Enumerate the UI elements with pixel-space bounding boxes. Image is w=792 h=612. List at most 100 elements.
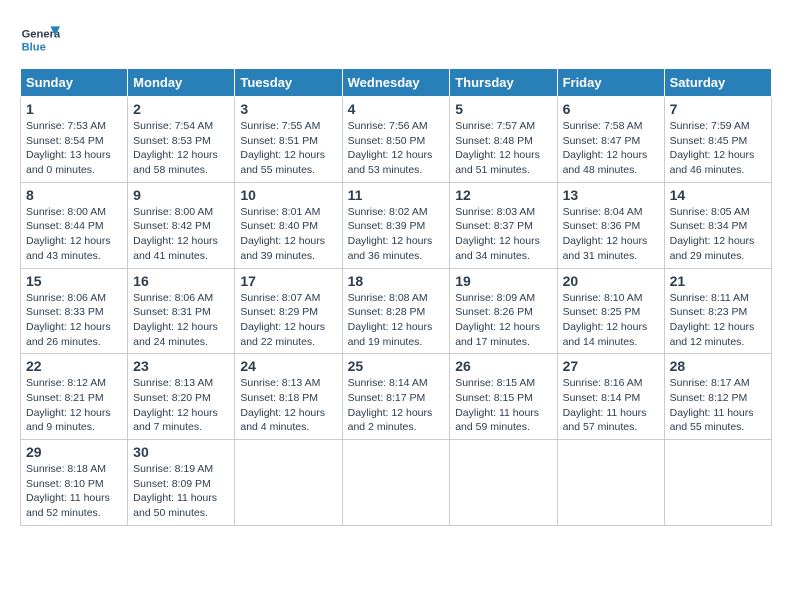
calendar-cell: 15 Sunrise: 8:06 AMSunset: 8:33 PMDayligh… — [21, 268, 128, 354]
day-number: 12 — [455, 187, 551, 203]
calendar-cell: 24 Sunrise: 8:13 AMSunset: 8:18 PMDayligh… — [235, 354, 342, 440]
calendar-cell: 22 Sunrise: 8:12 AMSunset: 8:21 PMDayligh… — [21, 354, 128, 440]
column-header-monday: Monday — [128, 69, 235, 97]
day-number: 7 — [670, 101, 766, 117]
day-number: 22 — [26, 358, 122, 374]
day-number: 4 — [348, 101, 445, 117]
calendar-cell: 9 Sunrise: 8:00 AMSunset: 8:42 PMDaylight… — [128, 182, 235, 268]
calendar-header-row: SundayMondayTuesdayWednesdayThursdayFrid… — [21, 69, 772, 97]
day-number: 14 — [670, 187, 766, 203]
day-number: 16 — [133, 273, 229, 289]
calendar-cell: 20 Sunrise: 8:10 AMSunset: 8:25 PMDayligh… — [557, 268, 664, 354]
calendar-cell: 14 Sunrise: 8:05 AMSunset: 8:34 PMDayligh… — [664, 182, 771, 268]
day-info: Sunrise: 8:04 AMSunset: 8:36 PMDaylight:… — [563, 205, 659, 264]
day-info: Sunrise: 8:17 AMSunset: 8:12 PMDaylight:… — [670, 376, 766, 435]
calendar-cell: 27 Sunrise: 8:16 AMSunset: 8:14 PMDayligh… — [557, 354, 664, 440]
calendar-week-3: 15 Sunrise: 8:06 AMSunset: 8:33 PMDayligh… — [21, 268, 772, 354]
day-info: Sunrise: 8:09 AMSunset: 8:26 PMDaylight:… — [455, 291, 551, 350]
day-info: Sunrise: 8:18 AMSunset: 8:10 PMDaylight:… — [26, 462, 122, 521]
column-header-tuesday: Tuesday — [235, 69, 342, 97]
day-info: Sunrise: 8:11 AMSunset: 8:23 PMDaylight:… — [670, 291, 766, 350]
calendar-cell: 11 Sunrise: 8:02 AMSunset: 8:39 PMDayligh… — [342, 182, 450, 268]
calendar-cell — [664, 440, 771, 526]
calendar-cell: 26 Sunrise: 8:15 AMSunset: 8:15 PMDayligh… — [450, 354, 557, 440]
calendar-cell: 6 Sunrise: 7:58 AMSunset: 8:47 PMDaylight… — [557, 97, 664, 183]
day-info: Sunrise: 8:10 AMSunset: 8:25 PMDaylight:… — [563, 291, 659, 350]
day-info: Sunrise: 8:06 AMSunset: 8:31 PMDaylight:… — [133, 291, 229, 350]
day-number: 13 — [563, 187, 659, 203]
day-info: Sunrise: 8:02 AMSunset: 8:39 PMDaylight:… — [348, 205, 445, 264]
day-number: 25 — [348, 358, 445, 374]
day-info: Sunrise: 8:13 AMSunset: 8:18 PMDaylight:… — [240, 376, 336, 435]
column-header-friday: Friday — [557, 69, 664, 97]
calendar-cell: 28Sunrise: 8:17 AMSunset: 8:12 PMDayligh… — [664, 354, 771, 440]
calendar-cell: 5 Sunrise: 7:57 AMSunset: 8:48 PMDaylight… — [450, 97, 557, 183]
calendar-cell: 8 Sunrise: 8:00 AMSunset: 8:44 PMDaylight… — [21, 182, 128, 268]
page-header: General Blue — [20, 20, 772, 60]
logo: General Blue — [20, 20, 64, 60]
day-number: 15 — [26, 273, 122, 289]
day-number: 9 — [133, 187, 229, 203]
day-info: Sunrise: 8:16 AMSunset: 8:14 PMDaylight:… — [563, 376, 659, 435]
calendar-week-5: 29 Sunrise: 8:18 AMSunset: 8:10 PMDayligh… — [21, 440, 772, 526]
calendar-week-4: 22 Sunrise: 8:12 AMSunset: 8:21 PMDayligh… — [21, 354, 772, 440]
calendar-cell — [557, 440, 664, 526]
day-number: 1 — [26, 101, 122, 117]
day-number: 19 — [455, 273, 551, 289]
day-info: Sunrise: 8:05 AMSunset: 8:34 PMDaylight:… — [670, 205, 766, 264]
calendar-cell — [342, 440, 450, 526]
calendar-cell: 4 Sunrise: 7:56 AMSunset: 8:50 PMDaylight… — [342, 97, 450, 183]
calendar-cell: 1 Sunrise: 7:53 AMSunset: 8:54 PMDaylight… — [21, 97, 128, 183]
day-number: 18 — [348, 273, 445, 289]
calendar-cell: 19 Sunrise: 8:09 AMSunset: 8:26 PMDayligh… — [450, 268, 557, 354]
calendar-cell: 7 Sunrise: 7:59 AMSunset: 8:45 PMDaylight… — [664, 97, 771, 183]
day-number: 26 — [455, 358, 551, 374]
day-info: Sunrise: 7:54 AMSunset: 8:53 PMDaylight:… — [133, 119, 229, 178]
day-number: 11 — [348, 187, 445, 203]
day-number: 20 — [563, 273, 659, 289]
day-info: Sunrise: 8:00 AMSunset: 8:44 PMDaylight:… — [26, 205, 122, 264]
column-header-saturday: Saturday — [664, 69, 771, 97]
day-number: 24 — [240, 358, 336, 374]
day-info: Sunrise: 7:56 AMSunset: 8:50 PMDaylight:… — [348, 119, 445, 178]
day-info: Sunrise: 8:00 AMSunset: 8:42 PMDaylight:… — [133, 205, 229, 264]
day-info: Sunrise: 7:55 AMSunset: 8:51 PMDaylight:… — [240, 119, 336, 178]
day-info: Sunrise: 7:58 AMSunset: 8:47 PMDaylight:… — [563, 119, 659, 178]
day-number: 17 — [240, 273, 336, 289]
calendar-cell: 30Sunrise: 8:19 AMSunset: 8:09 PMDayligh… — [128, 440, 235, 526]
day-info: Sunrise: 8:03 AMSunset: 8:37 PMDaylight:… — [455, 205, 551, 264]
day-number: 30 — [133, 444, 229, 460]
day-info: Sunrise: 8:14 AMSunset: 8:17 PMDaylight:… — [348, 376, 445, 435]
calendar-cell: 10Sunrise: 8:01 AMSunset: 8:40 PMDayligh… — [235, 182, 342, 268]
calendar-week-2: 8 Sunrise: 8:00 AMSunset: 8:44 PMDaylight… — [21, 182, 772, 268]
calendar-week-1: 1 Sunrise: 7:53 AMSunset: 8:54 PMDaylight… — [21, 97, 772, 183]
day-info: Sunrise: 8:06 AMSunset: 8:33 PMDaylight:… — [26, 291, 122, 350]
calendar-cell: 2 Sunrise: 7:54 AMSunset: 8:53 PMDaylight… — [128, 97, 235, 183]
day-number: 3 — [240, 101, 336, 117]
day-number: 2 — [133, 101, 229, 117]
day-number: 10 — [240, 187, 336, 203]
day-info: Sunrise: 7:53 AMSunset: 8:54 PMDaylight:… — [26, 119, 122, 178]
calendar-table: SundayMondayTuesdayWednesdayThursdayFrid… — [20, 68, 772, 526]
calendar-cell: 23Sunrise: 8:13 AMSunset: 8:20 PMDayligh… — [128, 354, 235, 440]
day-number: 27 — [563, 358, 659, 374]
day-info: Sunrise: 8:12 AMSunset: 8:21 PMDaylight:… — [26, 376, 122, 435]
day-number: 5 — [455, 101, 551, 117]
column-header-wednesday: Wednesday — [342, 69, 450, 97]
day-number: 6 — [563, 101, 659, 117]
calendar-cell: 16 Sunrise: 8:06 AMSunset: 8:31 PMDayligh… — [128, 268, 235, 354]
column-header-thursday: Thursday — [450, 69, 557, 97]
day-number: 23 — [133, 358, 229, 374]
day-info: Sunrise: 7:57 AMSunset: 8:48 PMDaylight:… — [455, 119, 551, 178]
calendar-cell: 13 Sunrise: 8:04 AMSunset: 8:36 PMDayligh… — [557, 182, 664, 268]
calendar-cell: 12 Sunrise: 8:03 AMSunset: 8:37 PMDayligh… — [450, 182, 557, 268]
svg-text:Blue: Blue — [22, 41, 46, 53]
day-number: 21 — [670, 273, 766, 289]
day-number: 8 — [26, 187, 122, 203]
calendar-cell: 17Sunrise: 8:07 AMSunset: 8:29 PMDayligh… — [235, 268, 342, 354]
column-header-sunday: Sunday — [21, 69, 128, 97]
day-info: Sunrise: 7:59 AMSunset: 8:45 PMDaylight:… — [670, 119, 766, 178]
day-info: Sunrise: 8:08 AMSunset: 8:28 PMDaylight:… — [348, 291, 445, 350]
day-number: 29 — [26, 444, 122, 460]
day-info: Sunrise: 8:15 AMSunset: 8:15 PMDaylight:… — [455, 376, 551, 435]
